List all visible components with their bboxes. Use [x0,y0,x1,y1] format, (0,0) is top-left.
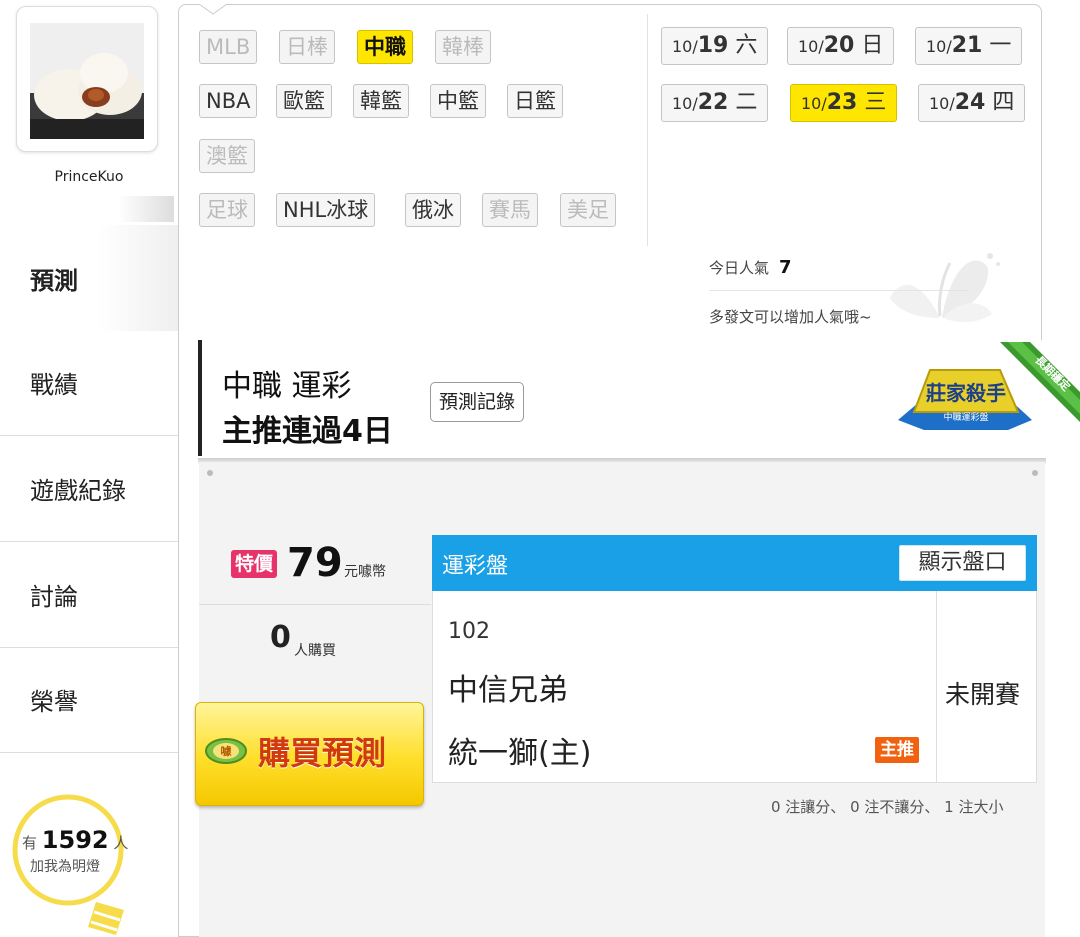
banner-streak: 主推連過4日 [222,414,393,449]
league-tag-khl[interactable]: 俄冰 [405,193,461,227]
nav-item-honor[interactable]: 榮譽 [0,647,178,753]
coin-icon: 噱 [205,738,247,764]
game-number: 102 [448,619,490,644]
bookie-killer-badge-icon: 莊家殺手 中職運彩盤 長期穩定 [898,342,1080,430]
show-odds-button[interactable]: 顯示盤口 [899,545,1026,581]
popularity-hint: 多發文可以增加人氣哦~ [709,308,872,326]
away-team: 中信兄弟 [448,673,568,708]
league-tag-horse-racing[interactable]: 賽馬 [482,193,538,227]
banner-title: 中職 運彩 [222,369,352,404]
date-1022[interactable]: 10/22 二 [661,84,769,122]
buy-prediction-label[interactable]: 購買預測 [258,728,386,774]
buyer-count-unit: 人購買 [294,643,336,659]
coin-label: 噱 [221,744,233,758]
league-tag-kbl[interactable]: 韓籃 [353,84,409,118]
league-tag-cpbl[interactable]: 中職 [357,30,413,64]
league-tag-nbl[interactable]: 澳籃 [199,139,255,173]
popularity-divider [709,290,969,291]
username-shadow [118,196,174,222]
butterfly-icon [890,253,1000,323]
league-tag-npb[interactable]: 日棒 [279,30,335,64]
league-tag-soccer[interactable]: 足球 [199,193,255,227]
column-divider [936,591,937,783]
date-1019[interactable]: 10/19 六 [661,27,769,65]
left-sidebar: PrinceKuo 預測 戰績 遊戲紀錄 討論 榮譽 有 1592 人 加我為明… [0,0,178,937]
prediction-record-button[interactable]: 預測記錄 [430,382,525,422]
home-team: 統一獅(主) [448,736,592,771]
pin-icon [1032,470,1038,476]
league-tag-nfl[interactable]: 美足 [560,193,616,227]
nav-item-game-history[interactable]: 遊戲紀錄 [0,436,178,542]
username: PrinceKuo [54,169,124,185]
nav-item-predict[interactable]: 預測 [0,225,178,331]
fan-count: 有 1592 人 [22,826,129,854]
panel-notch-icon [199,4,227,15]
main-pick-tag: 主推 [875,737,919,763]
avatar-card[interactable] [16,6,158,152]
odds-table-title: 運彩盤 [442,554,509,579]
game-status: 未開賽 [945,680,1021,709]
date-1021[interactable]: 10/21 一 [915,27,1023,65]
price-unit: 元噱幣 [344,564,386,580]
banner-accent-bar [198,340,202,456]
league-tag-nba[interactable]: NBA [199,84,258,118]
badge-subtitle: 中職運彩盤 [943,411,988,423]
date-1024[interactable]: 10/24 四 [918,84,1026,122]
badge-title: 莊家殺手 [926,381,1006,405]
league-tag-nhl[interactable]: NHL冰球 [276,193,376,227]
league-tag-sbl[interactable]: 中籃 [430,84,486,118]
bet-summary: 0 注讓分、 0 注不讓分、 1 注大小 [771,798,1004,816]
price-value: 79 [287,540,343,586]
sale-tag: 特價 [231,550,278,578]
nav-item-discussion[interactable]: 討論 [0,542,178,648]
date-1023[interactable]: 10/23 三 [790,84,898,122]
league-tag-euro-basketball[interactable]: 歐籃 [276,84,332,118]
nav-item-record[interactable]: 戰績 [0,330,178,436]
pin-icon [207,470,213,476]
divider [647,14,648,246]
fan-caption[interactable]: 加我為明燈 [30,856,100,876]
date-1020[interactable]: 10/20 日 [787,27,895,65]
buyer-count: 0 [270,620,291,655]
league-tag-bleague[interactable]: 日籃 [507,84,563,118]
league-tag-kbo[interactable]: 韓棒 [435,30,491,64]
league-tag-mlb[interactable]: MLB [199,30,258,64]
avatar[interactable] [30,23,144,139]
popularity: 今日人氣 7 [709,257,792,278]
